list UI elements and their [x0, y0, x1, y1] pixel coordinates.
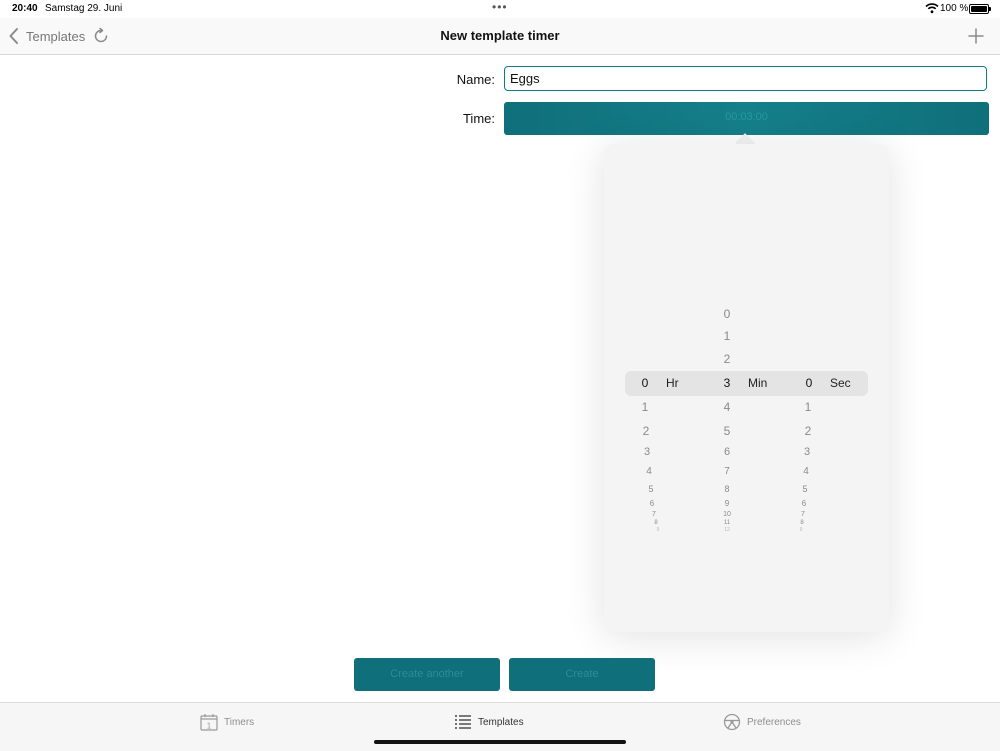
- page-title: New template timer: [440, 28, 560, 43]
- hours-option: 3: [643, 446, 651, 458]
- list-icon: [455, 715, 471, 729]
- seconds-option: 9: [799, 527, 803, 533]
- minutes-option: 1: [723, 329, 731, 343]
- seconds-option: 7: [801, 511, 805, 518]
- status-time: 20:40: [12, 3, 38, 14]
- seconds-option: 6: [801, 499, 807, 508]
- hours-option: 6: [649, 499, 655, 508]
- tab-timers[interactable]: 1 Timers: [200, 712, 254, 732]
- hours-option: 5: [648, 484, 654, 494]
- battery-icon: [969, 4, 991, 14]
- hours-option: 9: [656, 527, 660, 533]
- refresh-icon[interactable]: [92, 27, 110, 45]
- seconds-option: 1: [804, 400, 812, 414]
- minutes-option: 8: [724, 484, 730, 494]
- tab-preferences[interactable]: Preferences: [723, 712, 801, 732]
- minutes-option: 12: [724, 527, 730, 533]
- hours-option: 2: [642, 424, 650, 438]
- minutes-unit-label: Min: [748, 376, 768, 390]
- hours-option: 8: [654, 520, 658, 526]
- status-bar: 20:40 Samstag 29. Juni ••• 100 %: [0, 0, 1000, 18]
- minutes-selected: 3: [723, 376, 731, 390]
- minutes-option: 6: [723, 446, 731, 458]
- tab-templates[interactable]: Templates: [454, 712, 524, 732]
- seconds-option: 4: [803, 466, 809, 477]
- minutes-option: 7: [724, 466, 730, 477]
- tab-templates-label: Templates: [478, 716, 524, 728]
- back-button-label: Templates: [26, 28, 86, 44]
- minutes-option: 10: [723, 511, 731, 518]
- name-label: Name:: [456, 72, 495, 87]
- seconds-option: 3: [803, 446, 811, 458]
- chevron-left-icon: [9, 28, 18, 44]
- minutes-option: 2: [723, 352, 731, 366]
- home-indicator[interactable]: [374, 740, 626, 744]
- seconds-option: 5: [802, 484, 808, 494]
- seconds-selected: 0: [805, 376, 813, 390]
- battery-percent: 100 %: [940, 3, 969, 14]
- time-picker-popover: 0 Hr 1 2 3 4 5 6 7 8 9 0 1 2 3 Min 4 5 6…: [604, 144, 889, 632]
- minutes-option: 9: [724, 499, 730, 508]
- time-button[interactable]: 00:03:00: [504, 102, 989, 135]
- minutes-option: 4: [723, 400, 731, 414]
- name-input[interactable]: [504, 66, 987, 91]
- seconds-option: 2: [804, 424, 812, 438]
- status-date: Samstag 29. Juni: [45, 3, 123, 14]
- plus-icon[interactable]: [968, 28, 984, 44]
- multitasking-dots-icon[interactable]: •••: [492, 0, 508, 14]
- back-button[interactable]: Templates: [8, 25, 85, 47]
- create-button[interactable]: Create: [509, 658, 655, 691]
- minutes-option: 0: [723, 307, 731, 321]
- hours-option: 7: [652, 511, 656, 518]
- create-another-button[interactable]: Create another: [354, 658, 500, 691]
- tab-timers-label: Timers: [224, 716, 255, 728]
- calendar-icon: 1: [200, 714, 218, 731]
- seconds-unit-label: Sec: [830, 376, 851, 390]
- seconds-option: 8: [800, 520, 804, 526]
- hours-unit-label: Hr: [666, 376, 679, 390]
- navigation-bar: Templates New template timer: [0, 18, 1000, 55]
- wifi-icon: [925, 3, 939, 14]
- hours-option: 1: [641, 400, 649, 414]
- minutes-option: 11: [723, 520, 731, 526]
- time-label: Time:: [462, 111, 495, 126]
- tab-preferences-label: Preferences: [747, 716, 801, 728]
- hours-option: 4: [646, 466, 652, 477]
- steering-wheel-icon: [723, 713, 741, 731]
- svg-text:1: 1: [207, 722, 212, 731]
- minutes-option: 5: [723, 424, 731, 438]
- hours-selected: 0: [641, 376, 649, 390]
